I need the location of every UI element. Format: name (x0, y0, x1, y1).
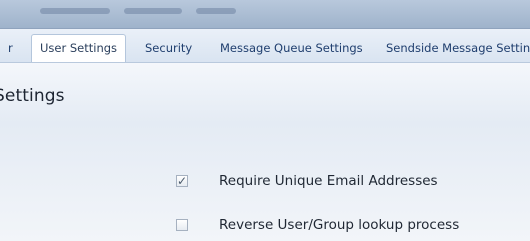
require-unique-email-checkbox[interactable]: ✓ (176, 174, 188, 188)
blurred-menu-item (196, 8, 236, 14)
reverse-lookup-checkbox[interactable] (176, 219, 188, 231)
require-unique-email-label: Require Unique Email Addresses (219, 173, 438, 189)
blurred-menu-item (40, 8, 110, 14)
page-title: Settings (0, 86, 65, 106)
check-icon: ✓ (177, 174, 188, 188)
settings-tab-strip: r User Settings Security Message Queue S… (0, 29, 530, 63)
tab-user-settings[interactable]: User Settings (31, 34, 127, 62)
tab-security[interactable]: Security (137, 35, 200, 61)
reverse-lookup-label: Reverse User/Group lookup process (219, 217, 460, 233)
tab-message-queue-settings[interactable]: Message Queue Settings (212, 35, 371, 61)
tab-partial-left[interactable]: r (0, 35, 21, 61)
tab-sendside-message-settings[interactable]: Sendside Message Setting (378, 35, 530, 61)
settings-content-panel: Settings ✓ Require Unique Email Addresse… (0, 63, 530, 241)
window-titlebar (0, 0, 530, 29)
blurred-menu-item (124, 8, 182, 14)
